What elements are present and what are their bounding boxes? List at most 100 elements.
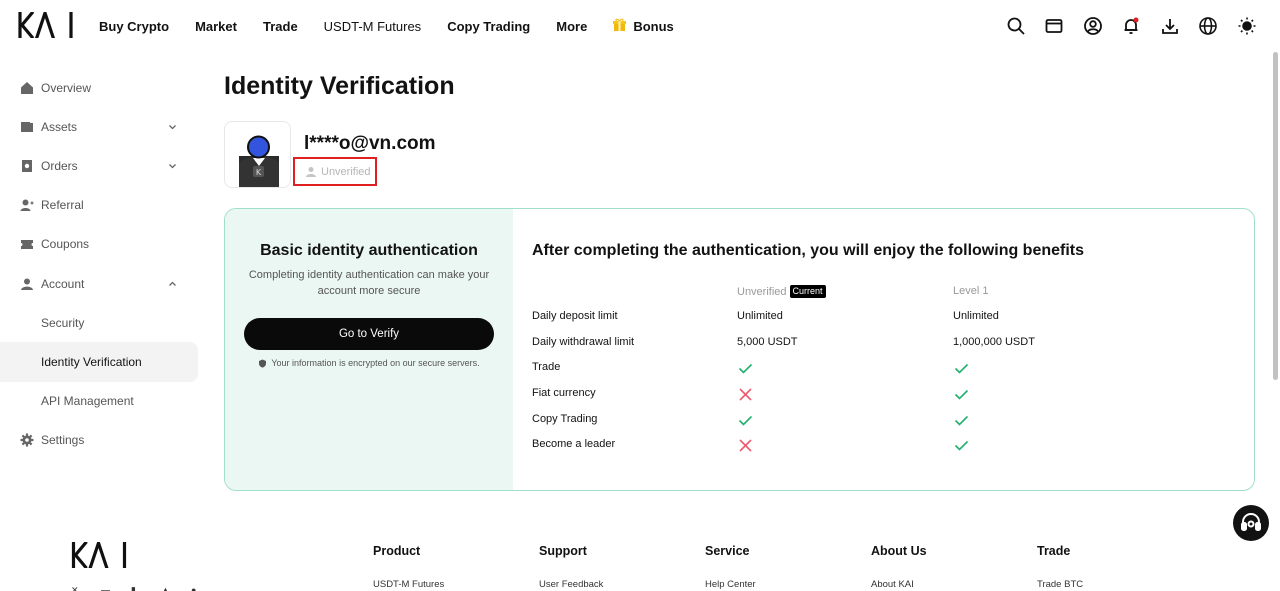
check-icon (954, 413, 969, 428)
customer-support-button[interactable] (1233, 505, 1269, 541)
social-links: ✕ ▬ ▮ ▲ ● (71, 586, 203, 591)
sidebar-item-label: Overview (41, 80, 92, 95)
page-scrollbar[interactable] (1273, 52, 1278, 380)
basic-auth-title: Basic identity authentication (260, 242, 478, 259)
home-icon (20, 81, 34, 95)
sidebar-item-coupons[interactable]: Coupons (0, 225, 200, 264)
secure-note-text: Your information is encrypted on our sec… (271, 358, 480, 368)
status-badge: Unverified (293, 157, 377, 186)
telegram-icon[interactable]: ▲ (161, 586, 173, 591)
facebook-icon[interactable]: ▮ (131, 586, 143, 591)
col-level1-label: Level 1 (953, 285, 989, 297)
chevron-up-icon[interactable] (168, 279, 177, 288)
sidebar-item-account[interactable]: Account (0, 264, 200, 303)
wallet-icon[interactable] (1035, 14, 1074, 38)
nav-bonus-label: Bonus (633, 18, 674, 34)
footer-kai-logo[interactable] (71, 542, 128, 568)
verification-card: Basic identity authentication Completing… (224, 208, 1255, 491)
sidebar-item-label: Orders (41, 158, 78, 173)
cell-withdrawal-unverified: 5,000 USDT (737, 336, 798, 348)
row-label-trade: Trade (532, 361, 561, 373)
cross-icon (738, 438, 753, 453)
sidebar-item-overview[interactable]: Overview (0, 68, 200, 107)
sidebar-item-identity-verification[interactable]: Identity Verification (0, 342, 198, 382)
theme-sun-icon[interactable] (1228, 14, 1267, 38)
footer-heading: Trade (1037, 544, 1071, 558)
sidebar-item-label: Security (41, 315, 85, 330)
footer-link[interactable]: User Feedback (539, 579, 603, 590)
page-title: Identity Verification (224, 72, 455, 100)
check-icon (954, 387, 969, 402)
discord-icon[interactable]: ● (191, 586, 203, 591)
sidebar-item-referral[interactable]: Referral (0, 186, 200, 225)
col-head-unverified: Unverified Current (737, 285, 826, 298)
footer-col-product: Product USDT-M Futures (373, 544, 444, 590)
verification-card-left: Basic identity authentication Completing… (225, 209, 513, 490)
orders-icon (20, 159, 34, 173)
gift-icon (613, 18, 627, 35)
footer-link[interactable]: USDT-M Futures (373, 579, 444, 590)
footer-link[interactable]: Help Center (705, 579, 756, 590)
row-label-leader: Become a leader (532, 438, 616, 450)
footer-link[interactable]: About KAI (871, 579, 927, 590)
nav-copy-trading[interactable]: Copy Trading (447, 19, 530, 34)
check-icon (738, 413, 753, 428)
cross-icon (738, 387, 753, 402)
wallet-icon (20, 120, 34, 134)
row-label-copy-trading: Copy Trading (532, 413, 598, 425)
footer-heading: About Us (871, 544, 927, 558)
footer-heading: Product (373, 544, 421, 558)
globe-icon[interactable] (1189, 14, 1228, 38)
bell-icon[interactable] (1112, 14, 1151, 38)
shield-icon (259, 359, 267, 368)
x-twitter-icon[interactable]: ✕ (71, 586, 83, 591)
footer-col-trade: Trade Trade BTC (1037, 544, 1083, 590)
youtube-icon[interactable]: ▬ (101, 586, 113, 591)
chevron-down-icon[interactable] (168, 161, 177, 170)
nav-bonus[interactable]: Bonus (613, 18, 674, 35)
cell-withdrawal-level1: 1,000,000 USDT (953, 336, 1035, 348)
col-unverified-label: Unverified (737, 285, 787, 298)
user-circle-icon[interactable] (1074, 14, 1113, 38)
sidebar-item-security[interactable]: Security (0, 303, 200, 342)
sidebar-item-label: Settings (41, 433, 85, 448)
nav-market[interactable]: Market (195, 19, 237, 34)
main-nav: Buy Crypto Market Trade USDT-M Futures C… (99, 0, 700, 52)
row-label-withdrawal: Daily withdrawal limit (532, 336, 635, 348)
footer-link[interactable]: Trade BTC (1037, 579, 1083, 590)
nav-more[interactable]: More (556, 19, 587, 34)
sidebar-item-assets[interactable]: Assets (0, 107, 200, 146)
headset-icon (1241, 513, 1261, 531)
chevron-down-icon[interactable] (168, 122, 177, 131)
sidebar-item-label: Coupons (41, 237, 90, 252)
nav-trade[interactable]: Trade (263, 19, 298, 34)
svg-text:K: K (256, 168, 262, 177)
footer-heading: Service (705, 544, 750, 558)
sidebar-item-label: Identity Verification (41, 354, 142, 369)
footer-col-about: About Us About KAI (871, 544, 927, 590)
user-icon (20, 277, 34, 291)
benefits-title: After completing the authentication, you… (532, 242, 1085, 259)
referral-icon (20, 198, 34, 212)
download-icon[interactable] (1151, 14, 1190, 38)
kai-logo[interactable] (18, 12, 74, 38)
search-icon[interactable] (997, 14, 1036, 38)
benefits-panel: After completing the authentication, you… (513, 209, 1254, 490)
coupon-icon (20, 237, 34, 251)
current-badge: Current (789, 285, 826, 298)
row-label-deposit: Daily deposit limit (532, 310, 618, 322)
user-email: l****o@vn.com (304, 133, 436, 154)
go-to-verify-button[interactable]: Go to Verify (244, 318, 494, 350)
sidebar-item-orders[interactable]: Orders (0, 146, 200, 185)
sidebar-item-settings[interactable]: Settings (0, 421, 200, 460)
nav-usdt-m-futures[interactable]: USDT-M Futures (324, 19, 422, 34)
top-navbar: Buy Crypto Market Trade USDT-M Futures C… (0, 0, 1280, 52)
footer-heading: Support (539, 544, 587, 558)
sidebar: Overview Assets Orders Referral Coupons … (0, 68, 200, 460)
sidebar-item-label: Referral (41, 198, 84, 213)
avatar: K (224, 121, 291, 188)
sidebar-item-api-management[interactable]: API Management (0, 382, 200, 421)
nav-buy-crypto[interactable]: Buy Crypto (99, 19, 169, 34)
cell-deposit-unverified: Unlimited (737, 310, 783, 322)
status-text: Unverified (321, 165, 371, 178)
